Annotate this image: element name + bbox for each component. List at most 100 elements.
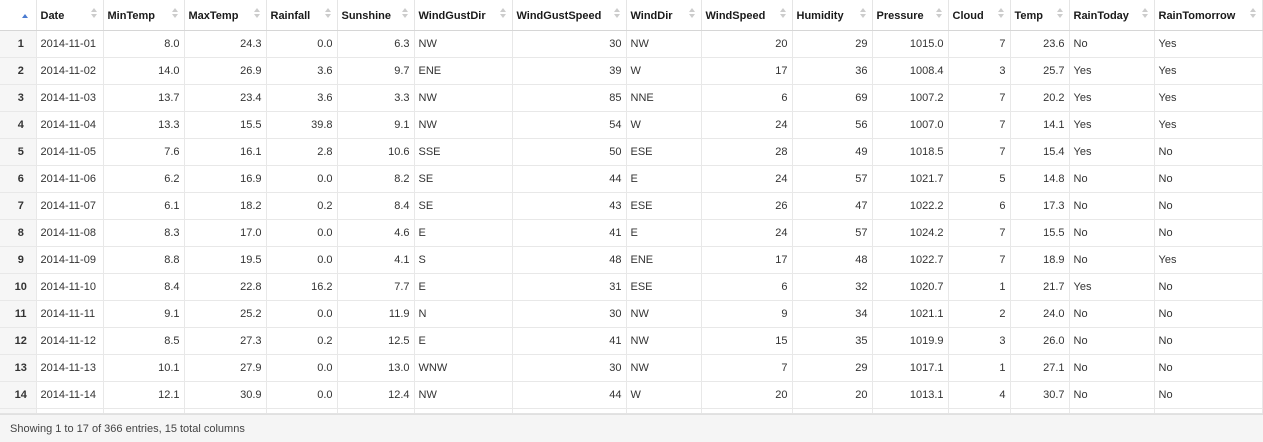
sort-toggle-icon[interactable] xyxy=(1249,8,1256,20)
table-cell-windgustdir: NW xyxy=(414,111,513,139)
entries-info: Showing 1 to 17 of 366 entries, 15 total… xyxy=(10,423,245,435)
table-cell-maxtemp: 17.0 xyxy=(184,219,267,247)
table-cell-temp: 21.7 xyxy=(1010,273,1070,301)
column-header-rainfall[interactable]: Rainfall xyxy=(266,0,338,31)
table-cell-cloud: 7 xyxy=(948,246,1011,274)
table-cell-maxtemp: 16.1 xyxy=(184,138,267,166)
table-cell-sunshine: 13.0 xyxy=(337,354,415,382)
column-header-raintoday[interactable]: RainToday xyxy=(1069,0,1155,31)
table-cell-windgustdir: WNW xyxy=(414,354,513,382)
table-cell-winddir: E xyxy=(626,165,702,193)
column-header-mintemp[interactable]: MinTemp xyxy=(103,0,185,31)
sort-toggle-icon[interactable] xyxy=(613,8,620,20)
table-cell-mintemp: 8.5 xyxy=(103,327,185,355)
sort-toggle-icon[interactable] xyxy=(324,8,331,20)
table-cell-rainfall: 0.0 xyxy=(266,219,338,247)
table-row: 9 2014-11-09 8.8 19.5 0.0 4.1 S 48 ENE 17 48 1022.7… xyxy=(0,246,1263,274)
column-header-windgustdir[interactable]: WindGustDir xyxy=(414,0,513,31)
table-cell-windgustspeed: 44 xyxy=(512,165,627,193)
table-cell-maxtemp: 30.9 xyxy=(184,381,267,409)
table-cell-windgustspeed: 54 xyxy=(512,111,627,139)
table-cell-windgustspeed: 30 xyxy=(512,30,627,58)
sort-toggle-icon[interactable] xyxy=(1141,8,1148,20)
table-cell-rainfall: 0.0 xyxy=(266,30,338,58)
table-scroll-area[interactable]: Date MinTemp MaxTemp Rainfall Sunshine WindGu… xyxy=(0,0,1263,414)
column-header-pressure[interactable]: Pressure xyxy=(872,0,949,31)
table-cell-winddir: NW xyxy=(626,327,702,355)
table-cell-raintomorrow: No xyxy=(1154,327,1263,355)
column-header-date[interactable]: Date xyxy=(36,0,104,31)
column-header-cloud[interactable]: Cloud xyxy=(948,0,1011,31)
column-header-label: Sunshine xyxy=(341,9,392,22)
row-number-header[interactable] xyxy=(0,0,37,31)
sort-toggle-icon[interactable] xyxy=(997,8,1004,20)
table-cell-maxtemp: 24.3 xyxy=(184,30,267,58)
column-header-temp[interactable]: Temp xyxy=(1010,0,1070,31)
sort-toggle-icon[interactable] xyxy=(935,8,942,20)
table-cell-raintomorrow: Yes xyxy=(1154,30,1263,58)
table-cell-date: 2014-11-11 xyxy=(36,300,104,328)
sort-toggle-icon[interactable] xyxy=(90,8,97,20)
table-cell-sunshine: 9.7 xyxy=(337,57,415,85)
table-cell-rainfall: 0.2 xyxy=(266,327,338,355)
table-cell-humidity: 32 xyxy=(792,273,873,301)
table-cell-sunshine: 6.3 xyxy=(337,30,415,58)
table-cell-raintomorrow: No xyxy=(1154,192,1263,220)
column-header-raintomorrow[interactable]: RainTomorrow xyxy=(1154,0,1263,31)
table-cell-pressure: 1007.2 xyxy=(872,84,949,112)
column-header-maxtemp[interactable]: MaxTemp xyxy=(184,0,267,31)
table-cell-windspeed: 9 xyxy=(701,300,793,328)
column-header-label: RainTomorrow xyxy=(1158,9,1236,22)
table-cell-raintoday: No xyxy=(1069,354,1155,382)
table-cell-raintoday: No xyxy=(1069,30,1155,58)
table-cell-raintoday: No xyxy=(1069,219,1155,247)
column-header-sunshine[interactable]: Sunshine xyxy=(337,0,415,31)
table-cell-mintemp: 7.6 xyxy=(103,138,185,166)
sort-toggle-icon[interactable] xyxy=(499,8,506,20)
table-cell-mintemp: 8.3 xyxy=(103,219,185,247)
table-cell-pressure: 1017.1 xyxy=(872,354,949,382)
column-header-label: MaxTemp xyxy=(188,9,239,22)
table-cell-windspeed: 20 xyxy=(701,30,793,58)
table-cell-raintoday: No xyxy=(1069,300,1155,328)
table-cell-rainfall: 0.0 xyxy=(266,165,338,193)
column-header-windspeed[interactable]: WindSpeed xyxy=(701,0,793,31)
table-cell-date: 2014-11-08 xyxy=(36,219,104,247)
table-cell-maxtemp: 15.5 xyxy=(184,111,267,139)
table-cell-windgustspeed: 39 xyxy=(512,57,627,85)
table-cell-pressure: 1020.7 xyxy=(872,273,949,301)
column-header-winddir[interactable]: WindDir xyxy=(626,0,702,31)
row-number: 4 xyxy=(0,111,37,139)
table-cell-maxtemp: 16.9 xyxy=(184,165,267,193)
sort-toggle-icon[interactable] xyxy=(779,8,786,20)
table-cell-sunshine: 12.5 xyxy=(337,327,415,355)
table-cell-temp: 30.7 xyxy=(1010,381,1070,409)
sort-toggle-icon[interactable] xyxy=(1056,8,1063,20)
table-footer: Showing 1 to 17 of 366 entries, 15 total… xyxy=(0,414,1263,442)
sort-toggle-icon[interactable] xyxy=(401,8,408,20)
table-cell-cloud: 3 xyxy=(948,57,1011,85)
column-header-windgustspeed[interactable]: WindGustSpeed xyxy=(512,0,627,31)
table-cell-pressure: 1022.2 xyxy=(872,192,949,220)
table-cell-rainfall: 16.2 xyxy=(266,273,338,301)
table-cell-raintomorrow: No xyxy=(1154,300,1263,328)
sort-toggle-icon[interactable] xyxy=(253,8,260,20)
table-cell-temp: 17.3 xyxy=(1010,192,1070,220)
table-cell-mintemp: 9.1 xyxy=(103,300,185,328)
table-row: 2 2014-11-02 14.0 26.9 3.6 9.7 ENE 39 W 17 36 1008.… xyxy=(0,57,1263,85)
table-cell-pressure: 1008.4 xyxy=(872,57,949,85)
table-cell-pressure: 1007.0 xyxy=(872,111,949,139)
table-cell-windgustdir: SSE xyxy=(414,138,513,166)
table-cell-windgustdir: ENE xyxy=(414,57,513,85)
column-header-humidity[interactable]: Humidity xyxy=(792,0,873,31)
table-cell-raintomorrow: Yes xyxy=(1154,246,1263,274)
sort-toggle-icon[interactable] xyxy=(859,8,866,20)
table-cell-maxtemp: 27.3 xyxy=(184,327,267,355)
table-cell-windgustdir: E xyxy=(414,219,513,247)
sort-toggle-icon[interactable] xyxy=(688,8,695,20)
table-cell-cloud: 5 xyxy=(948,165,1011,193)
data-table: Date MinTemp MaxTemp Rainfall Sunshine WindGu… xyxy=(0,0,1263,413)
table-cell-temp: 26.0 xyxy=(1010,327,1070,355)
sort-toggle-icon[interactable] xyxy=(171,8,178,20)
table-cell-windspeed: 26 xyxy=(701,192,793,220)
